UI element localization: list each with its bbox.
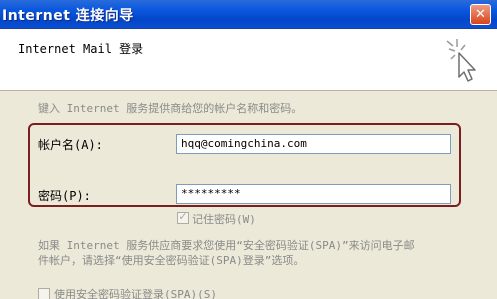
spa-login-label: 使用安全密码验证登录(SPA)(S) <box>54 288 217 299</box>
password-input[interactable]: ********* <box>176 184 451 204</box>
account-name-label: 帐户名(A): <box>38 138 103 152</box>
wizard-header: Internet Mail 登录 <box>0 29 497 91</box>
wizard-window: Internet 连接向导 ✕ Internet Mail 登录 键入 Inte… <box>0 0 497 299</box>
close-icon: ✕ <box>475 7 486 22</box>
account-name-input[interactable]: hqq@comingchina.com <box>176 134 451 154</box>
spa-login-checkbox[interactable] <box>38 288 50 299</box>
spa-note-line1: 如果 Internet 服务供应商要求您使用“安全密码验证(SPA)”来访问电子… <box>38 239 415 252</box>
title-bar[interactable]: Internet 连接向导 ✕ <box>0 0 497 29</box>
page-title: Internet Mail 登录 <box>18 42 144 56</box>
intro-text: 键入 Internet 服务提供商给您的帐户名称和密码。 <box>38 102 303 115</box>
checkmark-icon: ✓ <box>178 210 188 223</box>
wizard-sparkle-cursor-icon <box>446 39 476 82</box>
password-label: 密码(P): <box>38 189 91 203</box>
window-title: Internet 连接向导 <box>2 8 134 24</box>
remember-password-label: 记住密码(W) <box>192 213 256 226</box>
spa-note-line2: 件帐户，请选择“使用安全密码验证(SPA)登录”选项。 <box>38 254 305 267</box>
remember-password-checkbox[interactable]: ✓ <box>177 210 189 224</box>
close-button[interactable]: ✕ <box>470 4 491 25</box>
